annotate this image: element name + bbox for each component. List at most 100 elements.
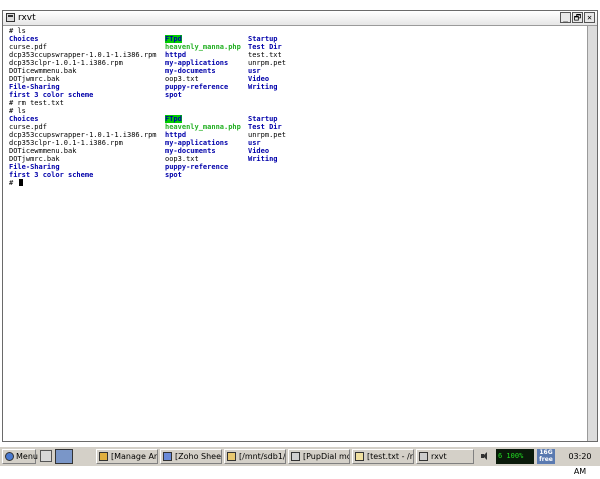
terminal-line: curse.pdf heavenly_manna.php Test Dir [9, 123, 587, 131]
terminal-line: dcp353clpr-1.0.1-1.i386.rpm my-applicatio… [9, 59, 587, 67]
terminal-entry: dcp353ccupswrapper-1.0.1-1.i386.rpm [9, 131, 157, 139]
desktop-pager[interactable] [55, 449, 73, 464]
terminal-entry: Test Dir [248, 43, 282, 51]
terminal-entry: curse.pdf [9, 43, 47, 51]
volume-icon[interactable] [480, 451, 490, 461]
terminal-scrollbar[interactable] [587, 26, 597, 441]
taskbar: Menu [Manage Arti [Zoho Sheet [/mnt/sdb1/V… [0, 446, 600, 476]
taskbar-task-label: [/mnt/sdb1/V [239, 452, 286, 461]
terminal-line: dcp353ccupswrapper-1.0.1-1.i386.rpm httpd… [9, 131, 587, 139]
terminal-icon [419, 452, 428, 461]
terminal-line: # ls [9, 107, 587, 115]
menu-button[interactable]: Menu [2, 449, 38, 464]
terminal-entry: # [9, 179, 18, 187]
taskbar-task-button[interactable]: [Zoho Sheet [160, 449, 222, 464]
terminal-entry: my-documents [165, 147, 216, 155]
app-icon [99, 452, 108, 461]
terminal-line: File-Sharing puppy-reference Writing [9, 83, 587, 91]
terminal-entry: my-applications [165, 139, 229, 147]
terminal-line: dcp353clpr-1.0.1-1.i386.rpm my-applicatio… [9, 139, 587, 147]
terminal-entry: Writing [248, 155, 278, 163]
taskbar-task-button[interactable]: [test.txt - /rc [352, 449, 414, 464]
terminal-entry: first 3 color scheme [9, 171, 94, 179]
terminal-entry: Startup [248, 35, 278, 43]
terminal-entry: my-applications [165, 59, 229, 67]
minimize-button[interactable]: _ [560, 12, 571, 23]
terminal-entry: DOTjwmrc.bak [9, 155, 60, 163]
terminal-line: File-Sharing puppy-reference [9, 163, 587, 171]
terminal-entry: curse.pdf [9, 123, 47, 131]
free-space-indicator: 16G free [537, 449, 555, 464]
terminal-line: Choices FTpd Startup [9, 35, 587, 43]
terminal-line: DOTjwmrc.bak oop3.txt Writing [9, 155, 587, 163]
terminal-entry: Choices [9, 115, 39, 123]
terminal-entry: dcp353clpr-1.0.1-1.i386.rpm [9, 139, 123, 147]
terminal-output[interactable]: # ls Choices FTpd Startup curse.pdf heavenly_… [3, 26, 587, 441]
terminal-entry: Choices [9, 35, 39, 43]
terminal-line: # rm test.txt [9, 99, 587, 107]
terminal-line: # ls [9, 27, 587, 35]
system-tray: 6 100% 16G free 03:20 AM [480, 449, 598, 476]
terminal-entry: heavenly_manna.php [165, 123, 241, 131]
terminal-entry: # ls [9, 27, 26, 35]
terminal-entry: File-Sharing [9, 83, 60, 91]
terminal-icon [6, 13, 15, 22]
taskbar-task-button[interactable]: [/mnt/sdb1/V [224, 449, 286, 464]
taskbar-task-label: [PupDial mo [303, 452, 350, 461]
terminal-entry: usr [248, 67, 261, 75]
terminal-line: # [9, 179, 587, 187]
terminal-entry: test.txt [248, 51, 282, 59]
terminal-entry: DOTjwmrc.bak [9, 75, 60, 83]
text-editor-icon [355, 452, 364, 461]
terminal-entry: FTpd [165, 35, 182, 43]
taskbar-task-button[interactable]: [Manage Arti [96, 449, 158, 464]
terminal-entry: my-documents [165, 67, 216, 75]
folder-icon [227, 452, 236, 461]
pupdial-icon [291, 452, 300, 461]
window-controls: _ 🗗 ✕ [560, 12, 595, 23]
terminal-entry: FTpd [165, 115, 182, 123]
close-button[interactable]: ✕ [584, 12, 595, 23]
terminal-entry: Writing [248, 83, 278, 91]
terminal-line: DOTicewmmenu.bak my-documents usr [9, 67, 587, 75]
terminal-line: first 3 color scheme spot [9, 171, 587, 179]
terminal-line: Choices FTpd Startup [9, 115, 587, 123]
terminal-entry: httpd [165, 51, 187, 59]
taskbar-task-label: [Zoho Sheet [175, 452, 222, 461]
terminal-entry: httpd [165, 131, 187, 139]
terminal-line: first 3 color scheme spot [9, 91, 587, 99]
taskbar-task-label: [test.txt - /rc [367, 452, 414, 461]
window-title: rxvt [18, 13, 36, 23]
puppy-menu-icon [5, 452, 14, 461]
terminal-entry: File-Sharing [9, 163, 60, 171]
terminal-entry: unrpm.pet [248, 131, 286, 139]
terminal-entry: # rm test.txt [9, 99, 64, 107]
cpu-monitor: 6 100% [496, 449, 534, 464]
terminal-entry: puppy-reference [165, 163, 229, 171]
terminal-entry: oop3.txt [165, 155, 199, 163]
terminal-entry: unrpm.pet [248, 59, 286, 67]
rxvt-window[interactable]: rxvt _ 🗗 ✕ # ls Choices FTpd Startup curse.p… [2, 10, 598, 442]
terminal-entry: DOTicewmmenu.bak [9, 67, 77, 75]
terminal-entry: puppy-reference [165, 83, 229, 91]
terminal-line: DOTicewmmenu.bak my-documents Video [9, 147, 587, 155]
taskbar-task-label: [Manage Arti [111, 452, 158, 461]
taskbar-task-button[interactable]: rxvt [416, 449, 474, 464]
window-titlebar[interactable]: rxvt _ 🗗 ✕ [3, 11, 597, 26]
show-desktop-icon[interactable] [40, 450, 52, 462]
terminal-line: curse.pdf heavenly_manna.php Test Dir [9, 43, 587, 51]
terminal-entry: dcp353ccupswrapper-1.0.1-1.i386.rpm [9, 51, 157, 59]
terminal-entry: heavenly_manna.php [165, 43, 241, 51]
terminal-entry: spot [165, 91, 182, 99]
terminal-line: DOTjwmrc.bak oop3.txt Video [9, 75, 587, 83]
clock[interactable]: 03:20 AM [562, 449, 598, 476]
taskbar-task-label: rxvt [431, 452, 447, 461]
taskbar-task-button[interactable]: [PupDial mo [288, 449, 350, 464]
terminal-entry: Test Dir [248, 123, 282, 131]
terminal-cursor [19, 179, 23, 186]
terminal-entry: first 3 color scheme [9, 91, 94, 99]
restore-button[interactable]: 🗗 [572, 12, 583, 23]
terminal-entry: spot [165, 171, 182, 179]
terminal-entry: Startup [248, 115, 278, 123]
zoho-icon [163, 452, 172, 461]
